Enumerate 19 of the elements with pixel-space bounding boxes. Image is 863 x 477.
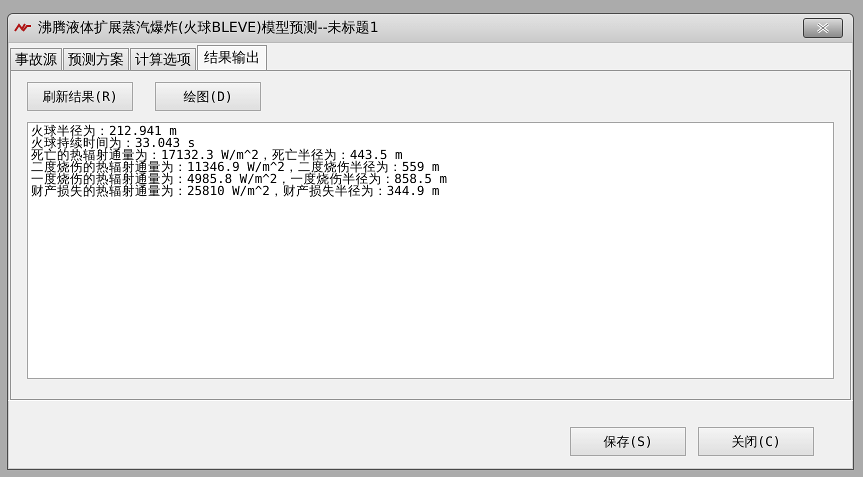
results-text-area[interactable]: 火球半径为：212.941 m 火球持续时间为：33.043 s 死亡的热辐射通量为：17132.3 W/m^2，死亡半径为：443.5 m 二度烧伤的热辐射通量为：11346.9 W/m^2，二度烧伤半径为：559 m 一度烧伤的热辐射通量为：4985.8 W/m^2，一度烧伤半径为：858.5 m 财产损失的热辐射通量为：25810 W/m^2，财产损失半径为：344.9 m <box>27 122 834 379</box>
app-logo-icon <box>14 23 32 33</box>
tab[interactable]: 事故源 <box>10 48 62 70</box>
tab[interactable]: 预测方案 <box>63 48 129 70</box>
dialog-button[interactable]: 关闭(C) <box>698 427 814 456</box>
close-icon <box>815 22 831 34</box>
dialog-button[interactable]: 保存(S) <box>570 427 686 456</box>
result-line: 火球持续时间为：33.043 s <box>31 137 196 149</box>
window-title: 沸腾液体扩展蒸汽爆炸(火球BLEVE)模型预测--未标题1 <box>38 19 380 37</box>
close-button[interactable] <box>803 18 843 38</box>
toolbar-button[interactable]: 绘图(D) <box>155 82 261 111</box>
tab[interactable]: 计算选项 <box>130 48 196 70</box>
result-line: 二度烧伤的热辐射通量为：11346.9 W/m^2，二度烧伤半径为：559 m <box>31 161 440 173</box>
result-line: 财产损失的热辐射通量为：25810 W/m^2，财产损失半径为：344.9 m <box>31 185 440 197</box>
result-line: 一度烧伤的热辐射通量为：4985.8 W/m^2，一度烧伤半径为：858.5 m <box>31 173 448 185</box>
result-line: 火球半径为：212.941 m <box>31 125 177 137</box>
toolbar-button[interactable]: 刷新结果(R) <box>27 82 133 111</box>
tab[interactable]: 结果输出 <box>197 45 267 70</box>
result-line: 死亡的热辐射通量为：17132.3 W/m^2，死亡半径为：443.5 m <box>31 149 403 161</box>
